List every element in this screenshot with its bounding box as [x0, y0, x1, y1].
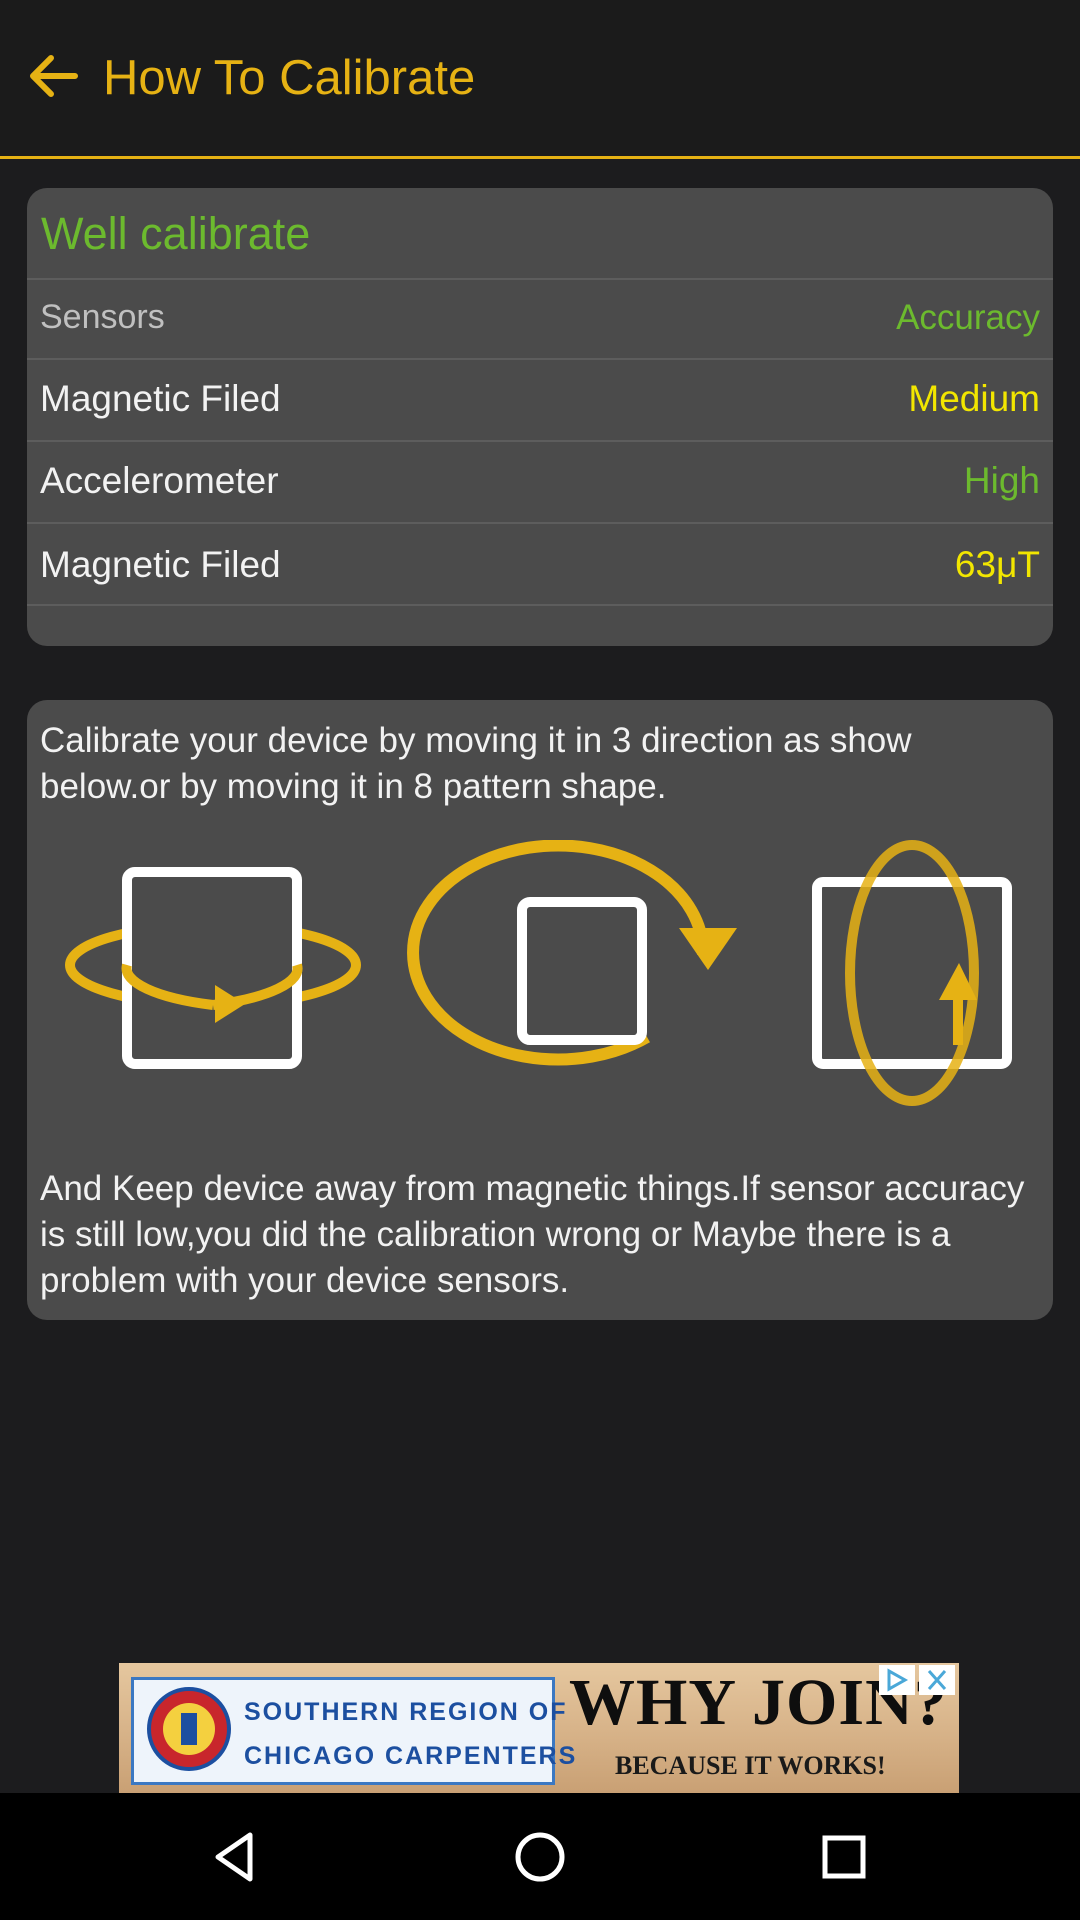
ad-close-icon[interactable] [919, 1665, 955, 1695]
calibration-illustrations [65, 840, 1012, 1106]
rotate-horizontal-icon [65, 867, 361, 1069]
sensor-table-header: Sensors Accuracy [27, 278, 1053, 358]
sensor-accuracy: High [963, 460, 1040, 501]
ad-org-line1: SOUTHERN REGION OF [244, 1698, 568, 1726]
ad-tagline: BECAUSE IT WORKS! [615, 1751, 886, 1780]
back-button[interactable] [20, 44, 84, 108]
sensor-accuracy: Medium [908, 378, 1040, 419]
nav-back-button[interactable] [196, 1817, 276, 1897]
calibration-instructions: Calibrate your device by moving it in 3 … [40, 721, 912, 806]
rotate-flat-icon [407, 840, 737, 1066]
recents-square-icon [822, 1835, 866, 1879]
ad-banner[interactable]: SOUTHERN REGION OF CHICAGO CARPENTERS WH… [119, 1663, 959, 1793]
ad-org-line2: CHICAGO CARPENTERS [244, 1742, 578, 1770]
adchoices-icon[interactable] [879, 1665, 915, 1695]
sensors-column-header: Sensors [40, 298, 165, 336]
calibration-status-card: Well calibrate Sensors Accuracy Magnetic… [27, 188, 1053, 646]
magnetic-warning-note: And Keep device away from magnetic thing… [40, 1169, 1025, 1300]
sensor-name: Magnetic Filed [40, 378, 281, 419]
magnetic-field-strength: 63μT [954, 544, 1040, 585]
arrow-left-icon [30, 55, 78, 97]
ad-organization-panel: SOUTHERN REGION OF CHICAGO CARPENTERS [131, 1677, 575, 1785]
union-seal-icon [147, 1687, 231, 1771]
home-circle-icon [515, 1832, 565, 1882]
app-bar: How To Calibrate [0, 0, 1080, 159]
sensor-name: Magnetic Filed [40, 544, 281, 585]
sensor-name: Accelerometer [40, 460, 279, 501]
calibration-status-title: Well calibrate [41, 208, 311, 259]
accuracy-column-header: Accuracy [896, 298, 1040, 337]
divider [27, 604, 1053, 607]
rotate-vertical-icon [812, 840, 1012, 1106]
nav-recents-button[interactable] [804, 1817, 884, 1897]
sensor-row: Accelerometer High [27, 440, 1053, 522]
back-triangle-icon [215, 1832, 253, 1882]
nav-home-button[interactable] [500, 1817, 580, 1897]
system-nav-bar [0, 1793, 1080, 1920]
sensor-row: Magnetic Filed Medium [27, 358, 1053, 440]
sensor-row: Magnetic Filed 63μT [27, 522, 1053, 604]
instructions-card: Calibrate your device by moving it in 3 … [27, 700, 1053, 1320]
page-title: How To Calibrate [103, 51, 476, 105]
